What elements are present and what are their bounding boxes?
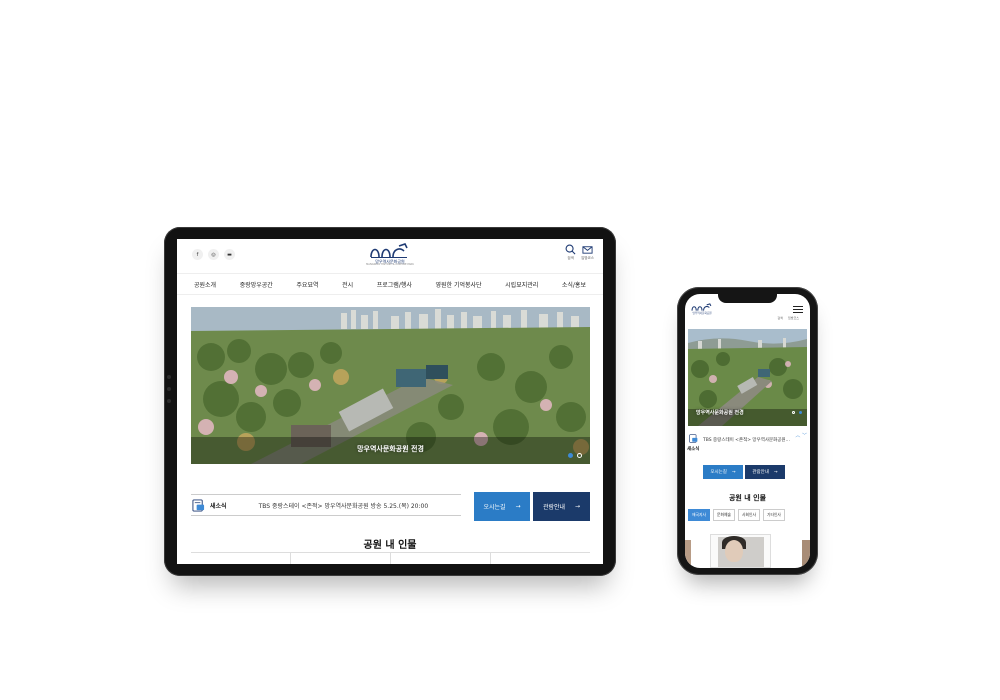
news-ticker[interactable]: 새소식 TBS 중랑스테이 <존적> 망우역사문화공원 방송 5.25.(목) …: [687, 433, 808, 455]
phone-notch: [718, 294, 777, 303]
tablet-sensor: [167, 399, 171, 403]
tablet-sensor: [167, 375, 171, 379]
main-nav: 공원소개 중랑망우공간 주요묘역 전시 프로그램/행사 영원한 기억봉사단 시립…: [177, 273, 603, 295]
site-header: f ◎ ▬ 망우역사문화공원 MANGWOO HISTORY & CULTURE…: [177, 239, 603, 273]
visit-guide-button[interactable]: 관람안내 →: [745, 465, 785, 479]
people-card[interactable]: [710, 534, 771, 568]
news-label: 새소식: [210, 502, 227, 510]
directions-label: 오시는길: [710, 470, 727, 475]
news-headline[interactable]: TBS 중랑스테이 <존적> 망우역사문화공원 방송 5.25.(목) 20:0…: [259, 501, 429, 510]
nav-item-volunteers[interactable]: 영원한 기억봉사단: [435, 280, 481, 289]
logo-mark-icon: [370, 243, 408, 258]
people-section-title: 공원 내 인물: [728, 494, 767, 502]
slider-dot[interactable]: [792, 411, 795, 414]
search-label: 검색: [567, 256, 574, 260]
tablet-sensor: [167, 387, 171, 391]
tablet-screen: f ◎ ▬ 망우역사문화공원 MANGWOO HISTORY & CULTURE…: [177, 239, 603, 564]
search-label[interactable]: 검색: [777, 316, 783, 320]
utility-links: 검색 입방코스: [777, 316, 799, 320]
people-section-title: 공원 내 인물: [363, 540, 417, 551]
visit-guide-button[interactable]: 관람안내 →: [533, 492, 590, 521]
map-icon: [582, 246, 593, 254]
logo-text: 망우역사문화공원: [692, 312, 712, 315]
nav-item-cemetery[interactable]: 시립묘지관리: [505, 280, 538, 289]
visit-guide-label: 관람안내: [752, 470, 769, 475]
slider-dot-active[interactable]: [568, 453, 573, 458]
nav-item-space[interactable]: 중랑망우공간: [240, 280, 273, 289]
nav-item-exhibit[interactable]: 전시: [342, 280, 353, 289]
hamburger-menu-icon[interactable]: [793, 306, 803, 313]
course-link[interactable]: 입방코스: [581, 244, 594, 261]
visit-guide-label: 관람안내: [542, 504, 566, 511]
hero-caption: 망우역사문화공원 전경: [357, 445, 424, 453]
search-link[interactable]: 검색: [565, 244, 576, 261]
utility-links: 검색 입방코스: [565, 244, 594, 261]
slider-dot[interactable]: [577, 453, 582, 458]
social-links: f ◎ ▬: [192, 249, 235, 260]
logo-subtext: MANGWOO HISTORY & CULTURE PARK: [366, 263, 414, 266]
youtube-icon[interactable]: ▬: [224, 249, 235, 260]
people-card[interactable]: [490, 553, 590, 564]
tab-social-figures[interactable]: 사회인사: [737, 509, 760, 521]
people-card-carousel: [685, 532, 810, 568]
site-logo[interactable]: 망우역사문화공원 MANGWOO HISTORY & CULTURE PARK: [365, 243, 415, 267]
nav-item-graves[interactable]: 주요묘역: [296, 280, 318, 289]
tab-patriots[interactable]: 애국지사: [688, 509, 710, 521]
hero-caption: 망우역사문화공원 전경: [696, 410, 744, 416]
people-category-tabs: 애국지사 문화예술 사회인사 기타인사: [688, 509, 785, 521]
directions-label: 오시는길: [483, 504, 506, 511]
tab-others[interactable]: 기타인사: [762, 509, 785, 521]
people-card-row: [191, 552, 590, 564]
slider-dots: [568, 453, 582, 458]
tablet-device: f ◎ ▬ 망우역사문화공원 MANGWOO HISTORY & CULTURE…: [164, 227, 616, 576]
news-icon: [689, 434, 698, 443]
nav-item-news[interactable]: 소식/홍보: [562, 280, 586, 289]
arrow-right-icon: →: [773, 469, 778, 475]
people-card[interactable]: [290, 553, 390, 564]
instagram-icon[interactable]: ◎: [208, 249, 219, 260]
slider-dots: [792, 411, 802, 414]
search-icon: [565, 244, 576, 255]
nav-item-intro[interactable]: 공원소개: [194, 280, 216, 289]
phone-device: 망우역사문화공원 검색 입방코스 망우역사문화공원 전경 새소식 TBS 중랑스…: [677, 287, 818, 575]
news-nav-arrows-icon[interactable]: ︿ ﹀: [795, 433, 807, 439]
arrow-right-icon: →: [575, 503, 581, 510]
directions-button[interactable]: 오시는길 →: [474, 492, 530, 521]
tab-culture-arts[interactable]: 문화예술: [712, 509, 735, 521]
directions-button[interactable]: 오시는길 →: [703, 465, 743, 479]
park-aerial-photo: [191, 307, 590, 464]
news-label: 새소식: [687, 447, 700, 452]
mockup-stage: f ◎ ▬ 망우역사문화공원 MANGWOO HISTORY & CULTURE…: [0, 0, 1000, 700]
news-headline[interactable]: TBS 중랑스테이 <존적> 망우역사문화공원 방송 5.25.(목) 20:0…: [703, 437, 791, 443]
people-card[interactable]: [390, 553, 490, 564]
news-ticker[interactable]: 새소식 TBS 중랑스테이 <존적> 망우역사문화공원 방송 5.25.(목) …: [191, 494, 461, 516]
hero-image: 망우역사문화공원 전경: [191, 307, 590, 464]
site-logo[interactable]: 망우역사문화공원: [690, 303, 714, 316]
people-card-peek[interactable]: [685, 540, 691, 568]
portrait-photo: [725, 540, 743, 562]
news-icon: [192, 498, 205, 512]
logo-mark-icon: [691, 303, 712, 311]
facebook-icon[interactable]: f: [192, 249, 203, 260]
arrow-right-icon: →: [515, 503, 521, 510]
course-label: 입방코스: [581, 256, 594, 260]
course-label[interactable]: 입방코스: [788, 316, 799, 320]
hero-image: 망우역사문화공원 전경: [688, 329, 807, 426]
people-card-peek[interactable]: [802, 540, 810, 568]
nav-item-programs[interactable]: 프로그램/행사: [377, 280, 412, 289]
people-card[interactable]: [191, 553, 290, 564]
phone-screen: 망우역사문화공원 검색 입방코스 망우역사문화공원 전경 새소식 TBS 중랑스…: [685, 294, 810, 568]
arrow-right-icon: →: [731, 469, 736, 475]
slider-dot-active[interactable]: [799, 411, 802, 414]
